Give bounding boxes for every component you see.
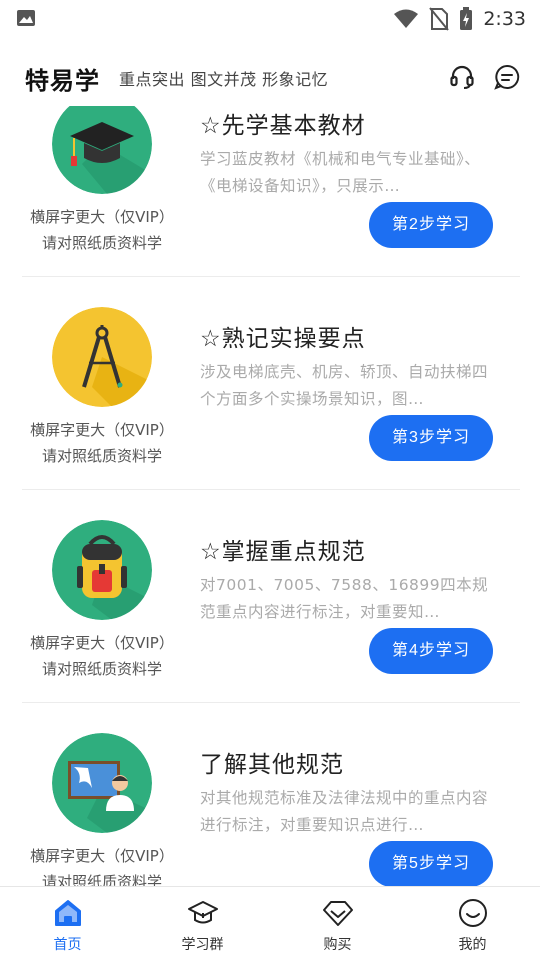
diamond-icon [322, 901, 353, 926]
vip-hint: 横屏字更大（仅VIP） [30, 634, 174, 652]
course-card[interactable]: 横屏字更大（仅VIP） 请对照纸质资料学 ☆先学基本教材 学习蓝皮教材《机械和电… [22, 106, 520, 277]
compass-icon [52, 307, 152, 407]
paper-hint: 请对照纸质资料学 [41, 660, 162, 678]
card-title: ☆掌握重点规范 [200, 539, 366, 565]
image-icon [17, 10, 35, 26]
vip-hint: 横屏字更大（仅VIP） [30, 847, 174, 865]
card-description: 对其他规范标准及法律法规中的重点内容进行标注，对重要知识点进行… [200, 789, 489, 834]
paper-hint: 请对照纸质资料学 [41, 234, 162, 252]
card-description: 学习蓝皮教材《机械和电气专业基础》、《电梯设备知识》，只展示… [200, 150, 481, 195]
status-bar: 2:33 [0, 0, 540, 38]
headset-icon[interactable] [449, 64, 475, 90]
course-card[interactable]: 横屏字更大（仅VIP） 请对照纸质资料学 ☆掌握重点规范 对7001、7005、… [22, 490, 520, 703]
card-description: 对7001、7005、7588、16899四本规范重点内容进行标注，对重要知… [200, 576, 489, 621]
paper-hint: 请对照纸质资料学 [41, 447, 162, 465]
battery-charging-icon [459, 7, 473, 31]
app-title: 特易学 [25, 67, 100, 95]
nav-item-me[interactable]: 我的 [405, 887, 540, 960]
backpack-icon [52, 520, 152, 620]
message-icon[interactable] [494, 64, 520, 90]
card-description: 涉及电梯底壳、机房、轿顶、自动扶梯四个方面多个实操场景知识，图… [200, 363, 489, 408]
home-icon [54, 900, 81, 926]
paper-hint: 请对照纸质资料学 [41, 873, 162, 886]
course-card[interactable]: 横屏字更大（仅VIP） 请对照纸质资料学 了解其他规范 对其他规范标准及法律法规… [22, 703, 520, 886]
status-time: 2:33 [483, 8, 526, 30]
nav-label-purchase: 购买 [323, 937, 352, 953]
vip-hint: 横屏字更大（仅VIP） [30, 208, 174, 226]
smile-icon [458, 899, 487, 927]
no-sim-icon [429, 7, 450, 31]
nav-item-home[interactable]: 首页 [0, 887, 135, 960]
teacher-board-icon [52, 733, 152, 833]
card-title: 了解其他规范 [200, 752, 344, 778]
study-step-3-button[interactable]: 第3步学习 [369, 415, 493, 461]
study-step-2-button[interactable]: 第2步学习 [369, 202, 493, 248]
vip-hint: 横屏字更大（仅VIP） [30, 421, 174, 439]
card-title: ☆熟记实操要点 [200, 326, 366, 352]
app-header: 特易学 重点突出 图文并茂 形象记忆 [0, 46, 540, 106]
card-title: ☆先学基本教材 [200, 113, 366, 139]
bottom-nav: 首页 学习群 购买 我的 [0, 886, 540, 960]
nav-label-me: 我的 [458, 937, 487, 953]
study-step-5-button[interactable]: 第5步学习 [369, 841, 493, 886]
nav-label-study-group: 学习群 [181, 937, 224, 953]
nav-item-purchase[interactable]: 购买 [270, 887, 405, 960]
course-card[interactable]: 横屏字更大（仅VIP） 请对照纸质资料学 ☆熟记实操要点 涉及电梯底壳、机房、轿… [22, 277, 520, 490]
nav-item-study-group[interactable]: 学习群 [135, 887, 270, 960]
nav-label-home: 首页 [53, 937, 82, 953]
graduation-cap-icon [52, 106, 152, 194]
course-list[interactable]: 横屏字更大（仅VIP） 请对照纸质资料学 ☆先学基本教材 学习蓝皮教材《机械和电… [0, 106, 540, 886]
study-step-4-button[interactable]: 第4步学习 [369, 628, 493, 674]
graduation-cap-icon [187, 901, 218, 924]
wifi-icon [393, 8, 419, 30]
app-slogan: 重点突出 图文并茂 形象记忆 [119, 70, 329, 89]
